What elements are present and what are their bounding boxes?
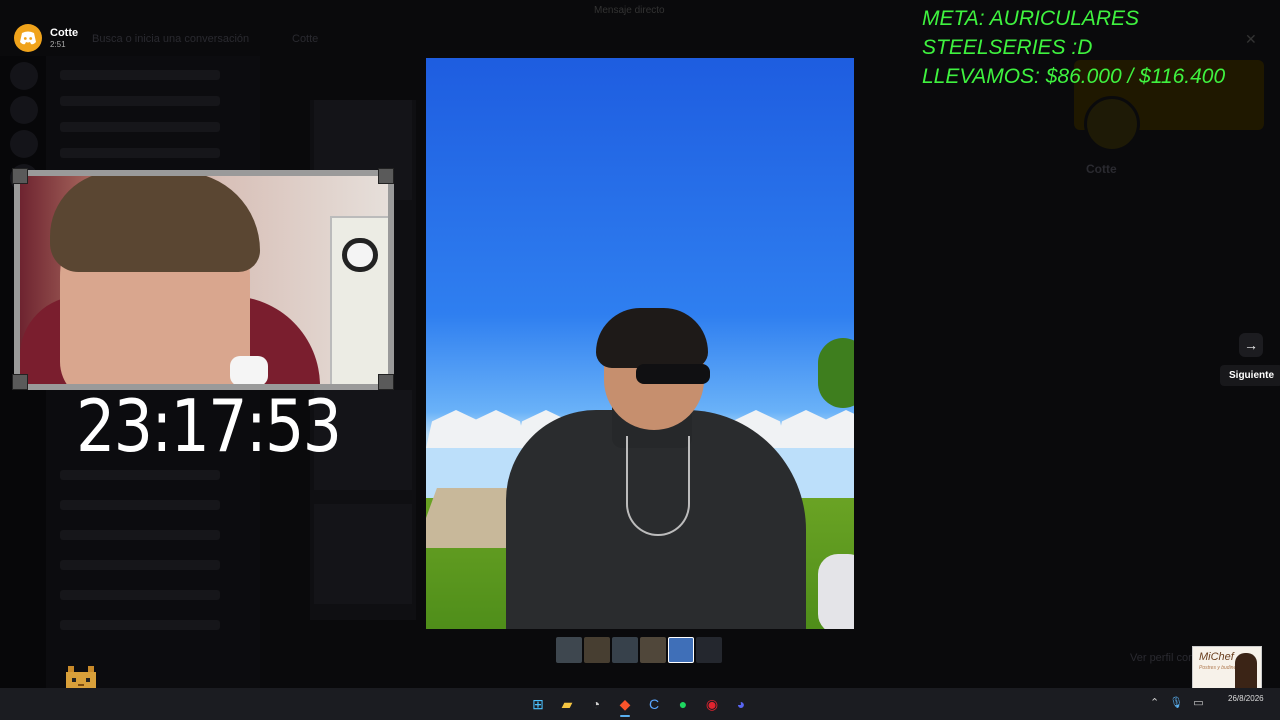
server-icon [10, 96, 38, 124]
discord-icon[interactable]: ◕ [731, 692, 751, 716]
discord-logo-icon [14, 24, 42, 52]
chef-cat-icon [1235, 653, 1257, 693]
taskbar-date: 26/8/2026 [1228, 694, 1264, 703]
photo-sunglasses [636, 364, 710, 384]
search-input[interactable]: Busca o inicia una conversación [92, 33, 249, 45]
arrow-right-icon: → [1244, 337, 1258, 353]
thumbnail-strip [556, 637, 722, 663]
frame-corner [12, 374, 28, 390]
dm-item [60, 560, 220, 570]
photo-hair [596, 308, 708, 368]
image-viewer-photo[interactable] [426, 58, 854, 629]
c-app-icon[interactable]: C [644, 692, 664, 716]
server-icon [10, 130, 38, 158]
file-explorer-icon[interactable]: ▰ [557, 692, 577, 716]
channel-title: Cotte [292, 33, 319, 45]
dm-item [60, 620, 220, 630]
dm-item [60, 590, 220, 600]
next-tooltip: Siguiente [1220, 365, 1280, 386]
dm-item [60, 470, 220, 480]
goal-progress: LLEVAMOS: $86.000 / $116.400 [922, 65, 1226, 88]
taskbar-clock[interactable]: 26/8/2026 [1228, 693, 1264, 704]
close-icon[interactable]: ✕ [1245, 31, 1257, 48]
opera-icon[interactable]: ◉ [702, 692, 722, 716]
system-tray: ⌃ 🎙︎ ▭ [1150, 696, 1204, 709]
brave-browser-icon[interactable]: ◆ [615, 692, 635, 717]
thumbnail[interactable] [640, 637, 666, 663]
server-icon [10, 62, 38, 90]
webcam-cup [230, 356, 268, 384]
frame-corner [378, 168, 394, 184]
dm-item [60, 70, 220, 80]
window-title: Mensaje directo [594, 5, 665, 16]
dm-item [60, 530, 220, 540]
clock-app-icon[interactable]: ◔ [586, 692, 606, 716]
photo-necklace [626, 436, 690, 536]
dm-item [60, 500, 220, 510]
dm-item [60, 122, 220, 132]
thumbnail-active[interactable] [668, 637, 694, 663]
stream-timer: 23:17:53 [76, 384, 342, 468]
microphone-icon[interactable]: 🎙︎ [1169, 696, 1183, 709]
webcam-hair [50, 176, 260, 272]
windows-taskbar: ⊞ ▰ ◔ ◆ C ● ◉ ◕ ⌃ 🎙︎ ▭ [0, 688, 1280, 720]
call-duration: 2:51 [50, 40, 66, 49]
webcam-feed [14, 170, 394, 390]
taskbar-apps: ⊞ ▰ ◔ ◆ C ● ◉ ◕ [528, 692, 751, 717]
profile-name: Cotte [1086, 162, 1117, 176]
profile-avatar [1084, 96, 1140, 152]
photo-bag [818, 554, 854, 629]
goal-title: META: AURICULARES STEELSERIES :D [922, 7, 1140, 59]
thumbnail[interactable] [696, 637, 722, 663]
thumbnail[interactable] [612, 637, 638, 663]
call-user-name: Cotte [50, 27, 79, 39]
donation-goal: META: AURICULARES STEELSERIES :D LLEVAMO… [922, 4, 1280, 91]
windows-start-icon[interactable]: ⊞ [528, 692, 548, 716]
media-block [314, 504, 412, 604]
dm-item [60, 148, 220, 158]
next-arrow-button[interactable]: → [1239, 333, 1263, 357]
frame-corner [378, 374, 394, 390]
thumbnail[interactable] [556, 637, 582, 663]
webcam-panda-plush [342, 238, 378, 272]
network-icon[interactable]: ▭ [1193, 696, 1203, 709]
thumbnail[interactable] [584, 637, 610, 663]
chevron-up-icon[interactable]: ⌃ [1150, 696, 1159, 709]
frame-corner [12, 168, 28, 184]
dm-item [60, 96, 220, 106]
call-header: Cotte 2:51 [14, 24, 78, 52]
spotify-icon[interactable]: ● [673, 692, 693, 716]
